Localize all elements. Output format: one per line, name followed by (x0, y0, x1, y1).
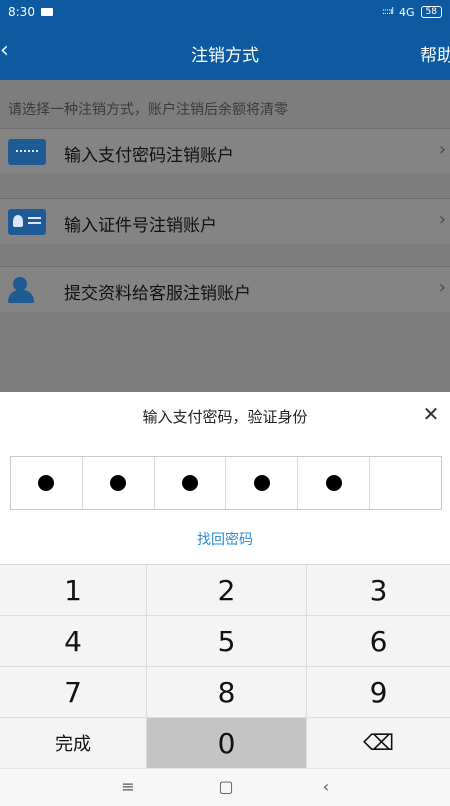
option-label: 输入证件号注销账户 (64, 216, 217, 236)
camera-icon (40, 8, 53, 16)
hint-text: 请选择一种注销方式，账户注销后余额将清零 (8, 102, 288, 118)
close-icon[interactable]: ✕ (420, 402, 442, 426)
battery-icon: 58 (420, 6, 442, 18)
key-6[interactable]: 6 (307, 616, 450, 667)
back-nav-icon[interactable]: ‹ (314, 777, 338, 796)
user-service-icon (8, 277, 46, 303)
status-time: 8:30 (8, 5, 35, 19)
chevron-right-icon: › (438, 139, 446, 160)
pin-dot (325, 475, 342, 491)
key-7[interactable]: 7 (0, 667, 147, 718)
pin-cell (11, 457, 83, 509)
help-link[interactable]: 帮助 (420, 41, 450, 66)
chevron-right-icon: › (438, 277, 446, 298)
key-1[interactable]: 1 (0, 565, 147, 616)
pin-cell (155, 457, 227, 509)
page-title: 注销方式 (191, 46, 259, 66)
system-navbar: ≡ ▢ ‹ (0, 768, 450, 806)
pin-cell (370, 457, 441, 509)
chevron-right-icon: › (438, 209, 446, 230)
pin-dot (253, 475, 270, 491)
done-button[interactable]: 完成 (0, 718, 147, 769)
status-bar: 8:30 ::::ıl 4G 58 (0, 0, 450, 24)
key-3[interactable]: 3 (307, 565, 450, 616)
title-bar: ‹ 注销方式 帮助 (0, 24, 450, 80)
pin-dot (182, 475, 199, 491)
numeric-keypad: 1 2 3 4 5 6 7 8 9 完成 0 ⌫ (0, 564, 450, 769)
pin-cell (298, 457, 371, 509)
menu-icon[interactable]: ≡ (116, 777, 140, 796)
signal-icon: ::::ıl (381, 7, 394, 17)
pin-cell (226, 457, 299, 509)
cancellation-methods: 请选择一种注销方式，账户注销后余额将清零 输入支付密码注销账户 › 输入证件号注… (0, 80, 450, 392)
pin-dot (38, 475, 55, 491)
network-type: 4G (399, 5, 415, 19)
forgot-password-link[interactable]: 找回密码 (0, 529, 450, 549)
key-4[interactable]: 4 (0, 616, 147, 667)
pin-input[interactable] (10, 456, 442, 510)
option-label: 提交资料给客服注销账户 (64, 284, 251, 304)
key-9[interactable]: 9 (307, 667, 450, 718)
sheet-title: 输入支付密码，验证身份 (142, 408, 308, 426)
home-icon[interactable]: ▢ (214, 777, 238, 796)
key-0[interactable]: 0 (147, 718, 307, 769)
option-label: 输入支付密码注销账户 (64, 146, 234, 166)
option-password[interactable]: 输入支付密码注销账户 › (0, 128, 450, 174)
pin-cell (83, 457, 155, 509)
key-8[interactable]: 8 (147, 667, 307, 718)
id-card-icon (8, 209, 46, 235)
card-icon (8, 139, 46, 165)
password-sheet: 输入支付密码，验证身份 ✕ 找回密码 1 2 3 4 5 6 7 8 9 完成 … (0, 392, 450, 806)
key-5[interactable]: 5 (147, 616, 307, 667)
delete-icon[interactable]: ⌫ (307, 718, 450, 769)
key-2[interactable]: 2 (147, 565, 307, 616)
status-right: ::::ıl 4G 58 (382, 6, 442, 19)
pin-dot (110, 475, 127, 491)
option-customer-service[interactable]: 提交资料给客服注销账户 › (0, 266, 450, 312)
option-id-number[interactable]: 输入证件号注销账户 › (0, 198, 450, 244)
